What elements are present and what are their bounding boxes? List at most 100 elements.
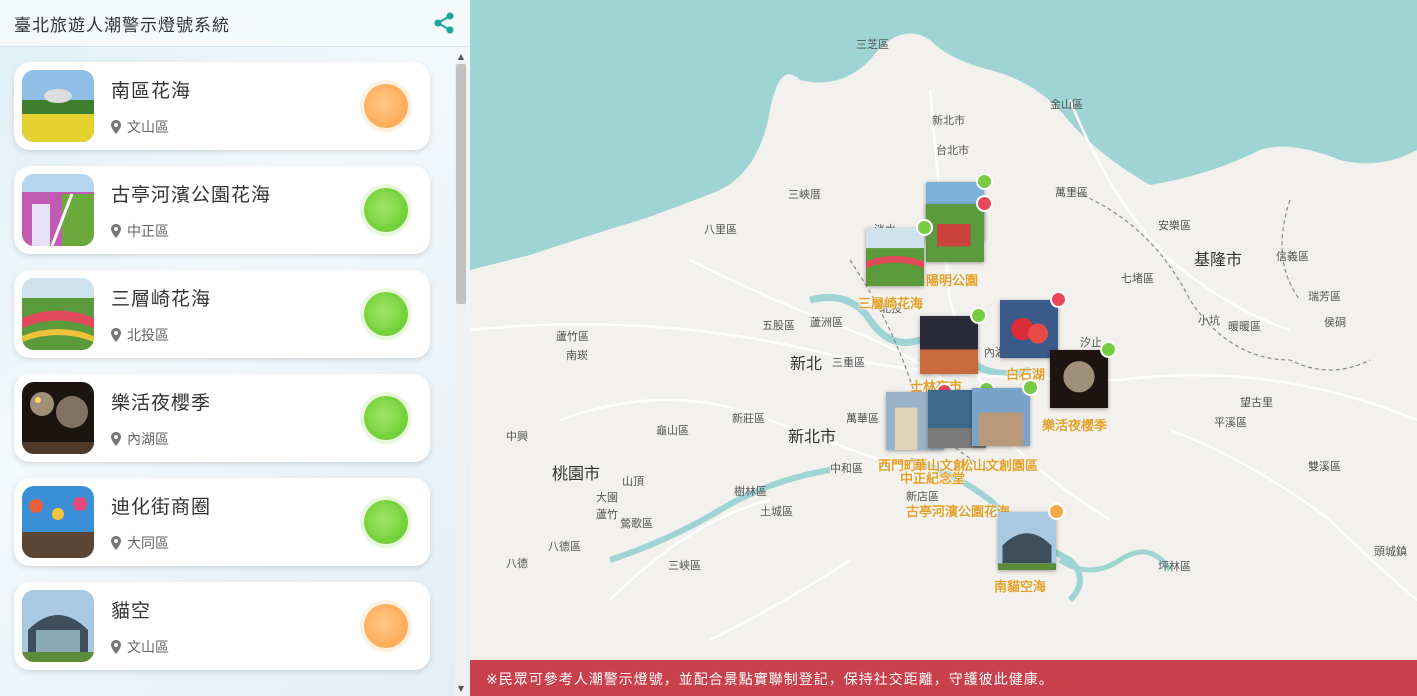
- status-light: [364, 292, 408, 336]
- marker-label[interactable]: 三層崎花海: [858, 293, 923, 312]
- map-place-label: 龜山區: [656, 424, 689, 437]
- map-place-label: 山頂: [622, 475, 644, 488]
- map-place-label: 信義區: [1276, 250, 1309, 263]
- map-place-label: 蘆竹: [596, 508, 618, 521]
- spot-name: 迪化街商圈: [111, 496, 212, 518]
- spot-name: 南區花海: [111, 80, 192, 102]
- app-root: 臺北旅遊人潮警示燈號系統 南區花海 文山區 古亭河濱公園花海 中正區 三層崎花海…: [0, 0, 1417, 696]
- location-pin-icon: [111, 328, 121, 342]
- marker-label[interactable]: 古亭河濱公園花海: [906, 501, 1010, 520]
- spot-district: 文山區: [111, 637, 169, 657]
- spot-list: 南區花海 文山區 古亭河濱公園花海 中正區 三層崎花海 北投區 樂活夜櫻季 內湖…: [14, 62, 430, 686]
- spot-thumbnail: [22, 486, 94, 558]
- map-place-label: 鶯歌區: [620, 517, 653, 530]
- map-marker[interactable]: [972, 379, 1039, 446]
- marker-label[interactable]: 松山文創園區: [960, 455, 1038, 474]
- marker-thumbnail: [926, 204, 984, 262]
- spot-district: 內湖區: [111, 429, 169, 449]
- spot-district: 北投區: [111, 325, 169, 345]
- status-dot: [1048, 503, 1065, 520]
- status-dot: [976, 195, 993, 212]
- marker-label[interactable]: 南貓空海: [994, 576, 1046, 595]
- map-place-label: 土城區: [760, 505, 793, 518]
- marker-label[interactable]: 樂活夜櫻季: [1042, 415, 1107, 434]
- status-dot: [970, 307, 987, 324]
- location-pin-icon: [111, 640, 121, 654]
- spot-district: 大同區: [111, 533, 169, 553]
- spot-thumbnail: [22, 590, 94, 662]
- status-dot: [976, 173, 993, 190]
- map-place-label: 汐止: [1080, 336, 1102, 349]
- map-place-label: 七堵區: [1121, 272, 1154, 285]
- marker-thumbnail: [998, 512, 1056, 570]
- scroll-up-icon[interactable]: ▲: [456, 52, 466, 62]
- status-light: [364, 188, 408, 232]
- spot-thumbnail: [22, 70, 94, 142]
- status-dot: [916, 219, 933, 236]
- map-place-label: 基隆市: [1194, 250, 1243, 269]
- spot-district-label: 內湖區: [127, 432, 169, 448]
- spot-thumbnail: [22, 382, 94, 454]
- spot-district-label: 大同區: [127, 536, 169, 552]
- spot-thumbnail: [22, 278, 94, 350]
- share-icon[interactable]: [432, 11, 456, 35]
- map-place-label: 三峽厝: [788, 188, 821, 201]
- map-place-label: 中興: [506, 430, 528, 443]
- map-place-label: 樹林區: [734, 485, 767, 498]
- map-marker[interactable]: [866, 219, 933, 286]
- map-place-label: 暖暖區: [1228, 320, 1261, 333]
- spot-card[interactable]: 迪化街商圈 大同區: [14, 478, 430, 566]
- map-marker[interactable]: [920, 307, 987, 374]
- map-place-label: 新莊區: [732, 412, 765, 425]
- map-place-label: 八德區: [548, 540, 581, 553]
- spot-thumbnail: [22, 174, 94, 246]
- spot-district-label: 中正區: [127, 224, 169, 240]
- marker-label[interactable]: 陽明公園: [926, 270, 978, 289]
- location-pin-icon: [111, 432, 121, 446]
- map-place-label: 台北市: [936, 144, 969, 157]
- marker-thumbnail: [920, 316, 978, 374]
- map-place-label: 八里區: [704, 223, 737, 236]
- location-pin-icon: [111, 536, 121, 550]
- scrollbar-thumb[interactable]: [456, 64, 466, 304]
- spot-name: 樂活夜櫻季: [111, 392, 212, 414]
- location-pin-icon: [111, 224, 121, 238]
- location-pin-icon: [111, 120, 121, 134]
- map-place-label: 三峽區: [668, 559, 701, 572]
- map-place-label: 侯硐: [1324, 316, 1346, 329]
- spot-name: 古亭河濱公園花海: [111, 184, 272, 206]
- map-place-label: 蘆竹區: [556, 330, 589, 343]
- status-light: [364, 500, 408, 544]
- map-place-label: 望古里: [1240, 396, 1273, 409]
- marker-thumbnail: [1050, 350, 1108, 408]
- map-place-label: 萬華區: [846, 412, 879, 425]
- spot-card[interactable]: 南區花海 文山區: [14, 62, 430, 150]
- app-title: 臺北旅遊人潮警示燈號系統: [14, 15, 230, 36]
- map-place-label: 頭城鎮: [1374, 545, 1407, 558]
- map-place-label: 安樂區: [1158, 219, 1191, 232]
- map-marker[interactable]: [926, 195, 993, 262]
- spot-district-label: 文山區: [127, 120, 169, 136]
- map-marker[interactable]: [1050, 341, 1117, 408]
- map-place-label: 小坑: [1198, 314, 1220, 327]
- spot-card[interactable]: 貓空 文山區: [14, 582, 430, 670]
- marker-thumbnail: [866, 228, 924, 286]
- spot-card[interactable]: 三層崎花海 北投區: [14, 270, 430, 358]
- map-place-label: 三重區: [832, 356, 865, 369]
- spot-district-label: 文山區: [127, 640, 169, 656]
- map-place-label: 南崁: [566, 349, 588, 362]
- map-place-label: 桃園市: [552, 464, 601, 483]
- spot-district: 文山區: [111, 117, 169, 137]
- status-dot: [1022, 379, 1039, 396]
- spot-card[interactable]: 古亭河濱公園花海 中正區: [14, 166, 430, 254]
- map-place-label: 新北市: [788, 427, 837, 446]
- marker-thumbnail: [972, 388, 1030, 446]
- map[interactable]: 三芝區 金山區 新北市 台北市 萬里區 三峽厝 八里區 淡水 安樂區 基隆市 信…: [470, 0, 1417, 696]
- status-dot: [1100, 341, 1117, 358]
- scroll-down-icon[interactable]: ▼: [456, 684, 466, 694]
- map-place-label: 蘆洲區: [810, 316, 843, 329]
- map-marker[interactable]: [998, 503, 1065, 570]
- spot-card[interactable]: 樂活夜櫻季 內湖區: [14, 374, 430, 462]
- spot-name: 三層崎花海: [111, 288, 212, 310]
- marker-label[interactable]: 中正紀念堂: [900, 468, 965, 487]
